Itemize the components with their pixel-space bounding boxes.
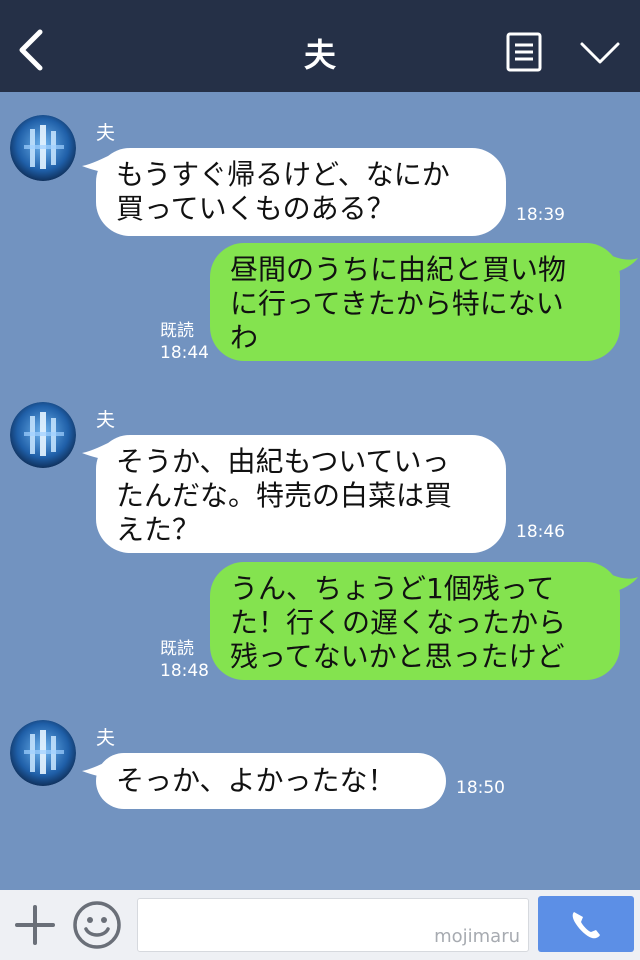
message-bubble-outgoing[interactable]: 昼間のうちに由紀と買い物 に行ってきたから特にない わ bbox=[210, 243, 620, 361]
message-line: たんだな。特売の白菜は買 bbox=[116, 479, 453, 512]
message-line: そっか、よかったな！ bbox=[116, 764, 396, 797]
message-line: もうすぐ帰るけど、なにか bbox=[116, 158, 450, 191]
message-line: えた？ bbox=[116, 513, 201, 546]
message-line: うん、ちょうど1個残って bbox=[230, 572, 555, 605]
message-time: 18:50 bbox=[456, 778, 505, 798]
phone-icon bbox=[572, 912, 600, 939]
bubble-tail bbox=[608, 254, 638, 274]
input-bar: mojimaru bbox=[0, 890, 640, 960]
message-line: そうか、由紀もついていっ bbox=[116, 445, 450, 478]
smiley-icon[interactable] bbox=[72, 900, 122, 950]
avatar[interactable] bbox=[10, 115, 76, 181]
message-line: た！行くの遅くなったから bbox=[230, 606, 567, 639]
message-time: 18:48 bbox=[160, 661, 209, 681]
chevron-down-icon[interactable] bbox=[578, 38, 622, 68]
avatar[interactable] bbox=[10, 402, 76, 468]
sender-name: 夫 bbox=[96, 727, 116, 749]
message-time: 18:39 bbox=[516, 205, 565, 225]
list-icon[interactable] bbox=[506, 32, 542, 72]
message-line: わ bbox=[230, 321, 259, 354]
read-receipt: 既読 18:48 bbox=[160, 638, 209, 682]
sender-name: 夫 bbox=[96, 122, 116, 144]
bubble-tail bbox=[608, 573, 638, 593]
chat-title: 夫 bbox=[303, 36, 336, 74]
avatar[interactable] bbox=[10, 720, 76, 786]
read-receipt: 既読 18:44 bbox=[160, 320, 209, 364]
call-button[interactable] bbox=[538, 896, 634, 952]
message-line: 残ってないかと思ったけど bbox=[230, 640, 565, 673]
message-line: 昼間のうちに由紀と買い物 bbox=[230, 253, 567, 286]
message-line: 買っていくものある？ bbox=[116, 192, 395, 225]
message-bubble-incoming[interactable]: もうすぐ帰るけど、なにか 買っていくものある？ bbox=[96, 148, 506, 236]
chat-header: 夫 bbox=[0, 0, 640, 92]
message-time: 18:44 bbox=[160, 343, 209, 363]
sender-name: 夫 bbox=[96, 409, 116, 431]
message-bubble-incoming[interactable]: そうか、由紀もついていっ たんだな。特売の白菜は買 えた？ bbox=[96, 435, 506, 553]
watermark-text: mojimaru bbox=[434, 926, 520, 947]
plus-icon[interactable] bbox=[14, 904, 56, 946]
message-time: 18:46 bbox=[516, 522, 565, 542]
message-bubble-incoming[interactable]: そっか、よかったな！ bbox=[96, 753, 446, 809]
read-status: 既読 bbox=[160, 321, 194, 341]
message-bubble-outgoing[interactable]: うん、ちょうど1個残って た！行くの遅くなったから 残ってないかと思ったけど bbox=[210, 562, 620, 680]
read-status: 既読 bbox=[160, 639, 194, 659]
message-line: に行ってきたから特にない bbox=[230, 287, 564, 320]
